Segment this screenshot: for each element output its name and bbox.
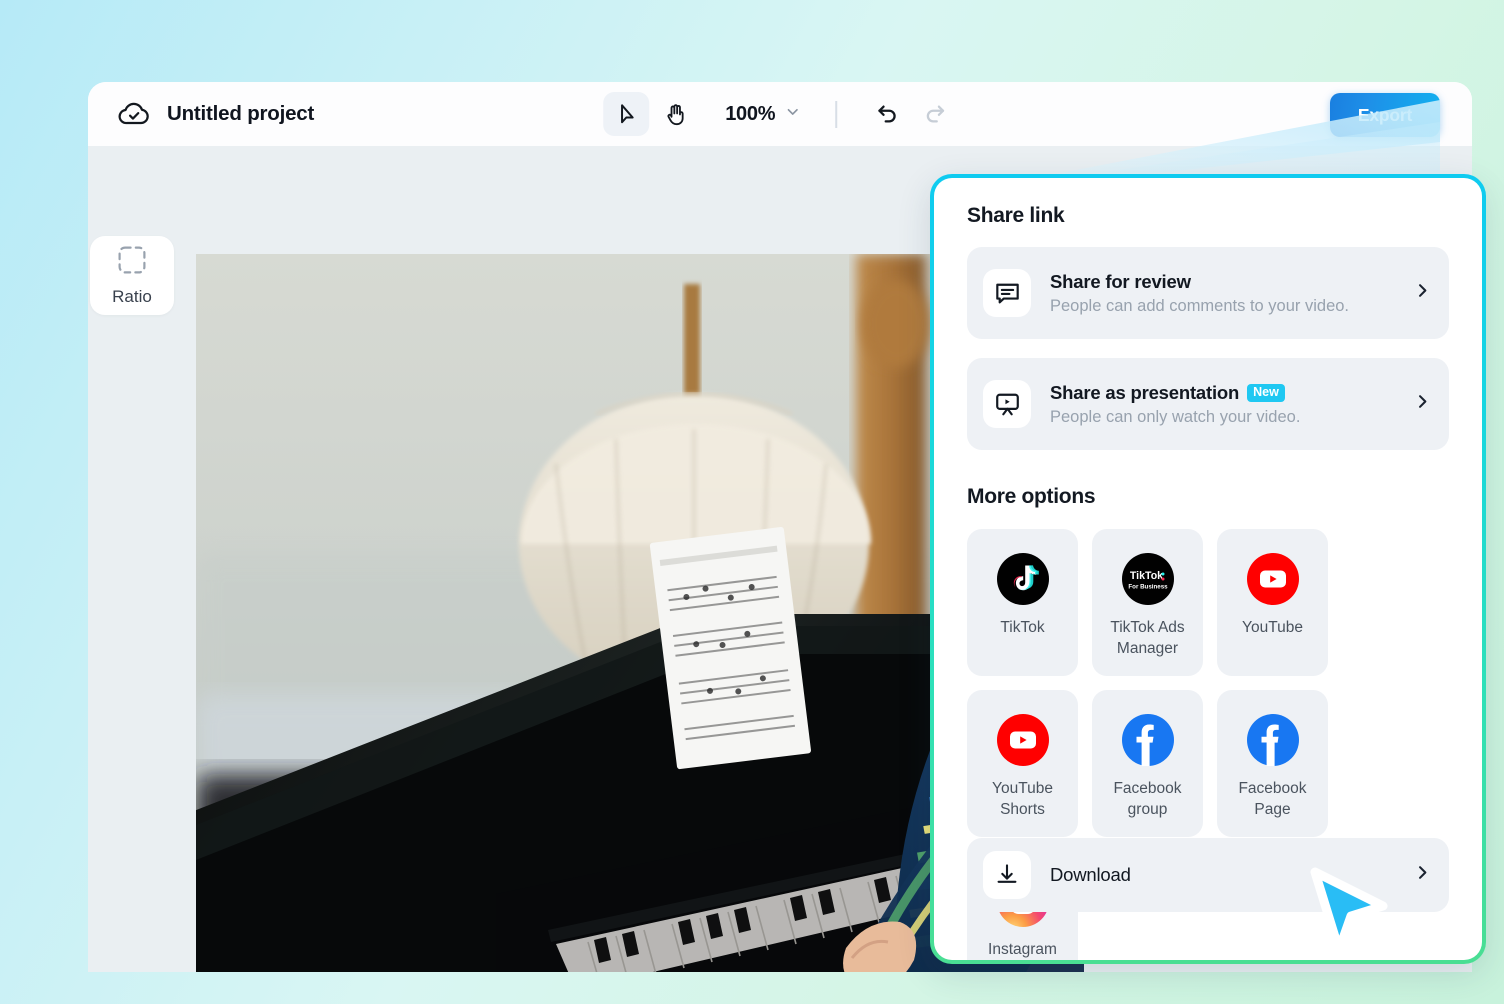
share-as-presentation-subtitle: People can only watch your video. xyxy=(1050,407,1301,426)
redo-button[interactable] xyxy=(913,92,957,136)
more-options-heading: More options xyxy=(967,485,1096,508)
youtube-shorts-icon xyxy=(996,714,1049,766)
share-panel: Share link Share for review People can a… xyxy=(930,174,1486,964)
ratio-label: Ratio xyxy=(112,286,152,306)
hand-tool[interactable] xyxy=(653,92,699,136)
download-icon xyxy=(983,851,1031,899)
facebook-icon xyxy=(1121,714,1174,766)
comment-bubble-icon xyxy=(983,269,1031,317)
share-for-review-row[interactable]: Share for review People can add comments… xyxy=(967,247,1449,339)
share-link-heading: Share link xyxy=(967,204,1065,227)
project-title: Untitled project xyxy=(167,102,315,125)
share-target-facebook-page[interactable]: Facebook Page xyxy=(1217,690,1328,837)
share-target-facebook-group[interactable]: Facebook group xyxy=(1092,690,1203,837)
download-row[interactable]: Download xyxy=(967,838,1449,912)
svg-text:TikTok: TikTok xyxy=(1129,570,1162,582)
tiktok-ads-manager-icon: TikTok For Business xyxy=(1121,553,1174,605)
share-target-tiktok-ads-manager[interactable]: TikTok For Business TikTok Ads Manager xyxy=(1092,529,1203,676)
share-target-youtube[interactable]: YouTube xyxy=(1217,529,1328,676)
facebook-icon xyxy=(1246,714,1299,766)
download-label: Download xyxy=(1050,864,1131,885)
cursor-tool[interactable] xyxy=(603,92,650,136)
share-for-review-text: Share for review People can add comments… xyxy=(1031,271,1413,316)
undo-button[interactable] xyxy=(865,92,909,136)
chevron-right-icon xyxy=(1413,863,1432,887)
share-target-youtube-shorts[interactable]: YouTube Shorts xyxy=(967,690,1078,837)
share-for-review-subtitle: People can add comments to your video. xyxy=(1050,296,1350,315)
tile-label: Instagram Reels xyxy=(988,941,1057,958)
tile-label: Facebook group xyxy=(1113,780,1182,818)
tile-label: YouTube Shorts xyxy=(992,780,1053,818)
zoom-control[interactable]: 100% xyxy=(725,103,801,126)
zoom-level-label: 100% xyxy=(725,102,776,125)
share-as-presentation-title: Share as presentation New xyxy=(1050,382,1413,404)
tile-label: Facebook Page xyxy=(1238,780,1307,818)
tool-group: 100% xyxy=(603,92,957,136)
presentation-play-icon xyxy=(983,380,1031,428)
share-as-presentation-row[interactable]: Share as presentation New People can onl… xyxy=(967,358,1449,450)
page-background: Untitled project 100% Export Ratio Share… xyxy=(0,0,1504,1004)
tile-label: TikTok xyxy=(1000,619,1045,636)
export-button[interactable]: Export xyxy=(1330,93,1440,137)
tile-label: YouTube xyxy=(1242,619,1303,636)
tiktok-icon xyxy=(996,553,1049,605)
share-as-presentation-text: Share as presentation New People can onl… xyxy=(1031,382,1413,427)
chevron-down-icon xyxy=(784,103,801,125)
svg-text:For Business: For Business xyxy=(1128,584,1168,591)
chevron-right-icon xyxy=(1413,392,1432,416)
project-brand: Untitled project xyxy=(88,97,314,131)
share-target-tiktok[interactable]: TikTok xyxy=(967,529,1078,676)
share-for-review-title: Share for review xyxy=(1050,270,1191,292)
top-toolbar: Untitled project 100% Export xyxy=(88,82,1472,146)
ratio-tool[interactable]: Ratio xyxy=(90,236,174,315)
dashed-square-icon xyxy=(117,245,147,280)
share-panel-content: Share link Share for review People can a… xyxy=(934,178,1482,960)
cloud-check-icon xyxy=(117,97,151,131)
tile-label: TikTok Ads Manager xyxy=(1110,619,1185,657)
youtube-icon xyxy=(1246,553,1299,605)
new-badge: New xyxy=(1247,383,1285,402)
toolbar-divider xyxy=(835,100,837,128)
share-as-presentation-label: Share as presentation xyxy=(1050,381,1240,403)
chevron-right-icon xyxy=(1413,281,1432,305)
